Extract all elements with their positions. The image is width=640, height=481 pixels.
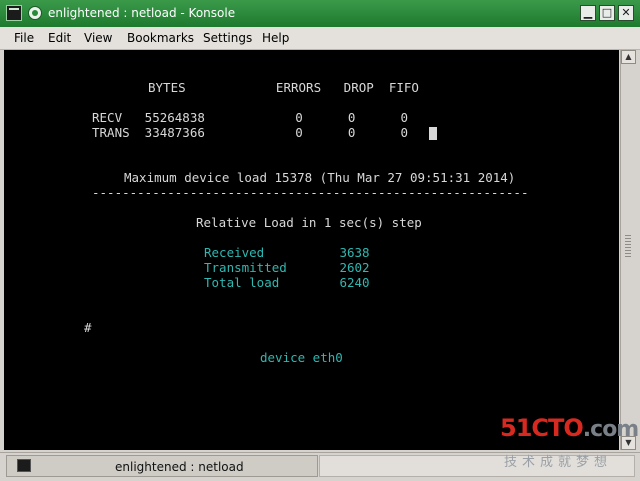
minimize-button[interactable]: ▁	[580, 5, 596, 21]
separator-line: ----------------------------------------…	[92, 185, 529, 200]
transmitted-stat: Transmitted 2602	[204, 260, 370, 275]
close-button[interactable]: ✕	[618, 5, 634, 21]
recv-row: RECV 55264838 0 0 0	[92, 110, 409, 125]
menu-bar: File Edit View Bookmarks Settings Help	[0, 27, 640, 50]
taskbar-task-konsole[interactable]: enlightened : netload	[6, 455, 318, 477]
menu-edit[interactable]: Edit	[48, 31, 71, 45]
watermark-tagline: 技术成就梦想	[504, 455, 613, 470]
watermark-logo-main: 51CTO	[500, 414, 584, 442]
konsole-app-icon[interactable]	[6, 5, 22, 21]
menu-help[interactable]: Help	[262, 31, 289, 45]
text-cursor	[429, 127, 437, 140]
menu-file[interactable]: File	[14, 31, 34, 45]
total-load-stat: Total load 6240	[204, 275, 370, 290]
terminal-view[interactable]: BYTES ERRORS DROP FIFO RECV 55264838 0 0…	[4, 50, 619, 450]
trans-row: TRANS 33487366 0 0 0	[92, 125, 409, 140]
stats-header: BYTES ERRORS DROP FIFO	[148, 80, 419, 95]
scrollbar-grip[interactable]	[625, 235, 631, 259]
watermark-logo: 51CTO.com	[500, 414, 639, 442]
watermark-logo-suffix: .com	[582, 417, 639, 442]
relative-load-heading: Relative Load in 1 sec(s) step	[196, 215, 422, 230]
window-title: enlightened : netload - Konsole	[48, 6, 236, 20]
window-menu-icon[interactable]	[28, 6, 42, 20]
menu-bookmarks[interactable]: Bookmarks	[127, 31, 194, 45]
device-label: device eth0	[260, 350, 343, 365]
shell-prompt: #	[84, 320, 92, 335]
terminal-icon	[17, 459, 31, 472]
menu-view[interactable]: View	[84, 31, 112, 45]
max-load-line: Maximum device load 15378 (Thu Mar 27 09…	[124, 170, 516, 185]
received-stat: Received 3638	[204, 245, 370, 260]
maximize-button[interactable]: □	[599, 5, 615, 21]
menu-settings[interactable]: Settings	[203, 31, 252, 45]
scroll-up-arrow-icon[interactable]: ▲	[621, 50, 636, 64]
title-bar[interactable]: enlightened : netload - Konsole ▁ □ ✕	[0, 0, 640, 28]
task-label: enlightened : netload	[115, 460, 244, 474]
vertical-scrollbar[interactable]: ▲ ▼	[620, 50, 636, 450]
